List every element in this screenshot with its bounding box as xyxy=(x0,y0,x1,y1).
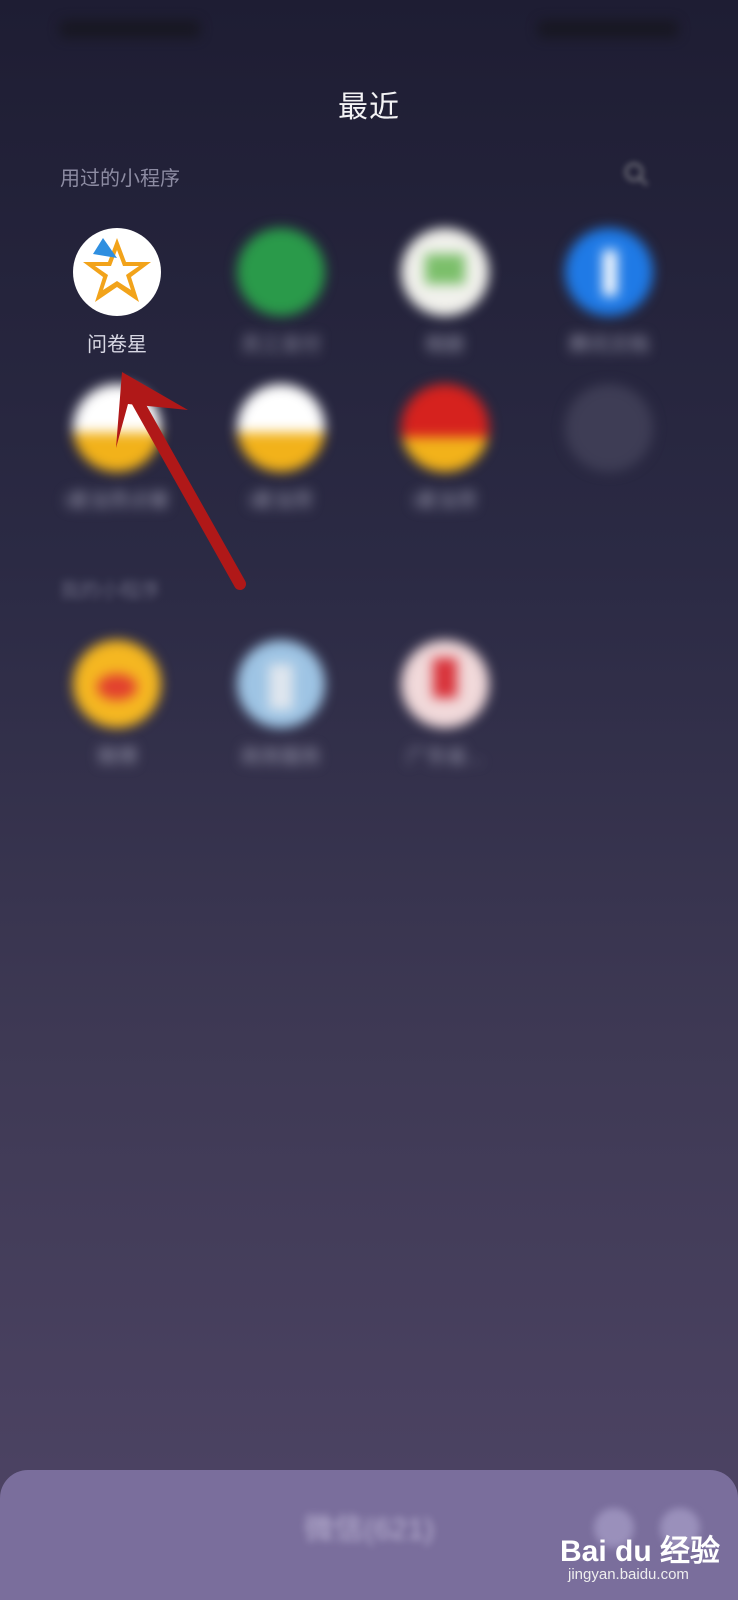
search-icon[interactable] xyxy=(622,160,664,192)
weibo-logo-icon xyxy=(73,640,161,728)
mcdonalds-logo-icon xyxy=(237,384,325,472)
page-title: 最近 xyxy=(338,91,400,124)
app-2[interactable]: 员工支付 xyxy=(196,228,366,357)
app-label: i麦当劳 xyxy=(248,490,314,512)
mcdonalds-red-logo-icon xyxy=(401,384,489,472)
app-4[interactable]: 腾讯文档 xyxy=(524,228,694,357)
baidu-watermark: Bai du 经验 jingyan.baidu.com xyxy=(560,1526,720,1586)
city-icon xyxy=(237,640,325,728)
watermark-brand: Bai du 经验 xyxy=(560,1535,721,1568)
app-label: 微博 xyxy=(97,746,137,768)
app-10[interactable]: 广东省... xyxy=(360,640,530,769)
more-icon xyxy=(565,384,653,472)
app-label: 问卷星 xyxy=(87,334,147,356)
more-apps[interactable] xyxy=(524,384,694,472)
section-label-recent: 用过的小程序 xyxy=(60,168,180,190)
app-5[interactable]: i麦当劳点餐 xyxy=(32,384,202,513)
status-bar xyxy=(0,0,738,60)
app-9[interactable]: 政务服务 xyxy=(196,640,366,769)
blue-arrow-icon xyxy=(565,228,653,316)
section-label-mine: 我的小程序 xyxy=(60,580,160,602)
app-label: 相册 xyxy=(425,334,465,356)
app-label: 政务服务 xyxy=(241,746,321,768)
star-logo-icon xyxy=(73,228,161,316)
red-emblem-icon xyxy=(401,640,489,728)
app-label: 广东省... xyxy=(406,746,484,768)
app-label: 员工支付 xyxy=(241,334,321,356)
app-3[interactable]: 相册 xyxy=(360,228,530,357)
app-7[interactable]: i麦当劳 xyxy=(360,384,530,513)
app-label: 腾讯文档 xyxy=(569,334,649,356)
app-label: i麦当劳 xyxy=(412,490,478,512)
mcdonalds-logo-icon xyxy=(73,384,161,472)
photo-book-icon xyxy=(401,228,489,316)
watermark-url: jingyan.baidu.com xyxy=(568,1566,689,1583)
green-leaf-icon xyxy=(237,228,325,316)
app-wenjuanxing[interactable]: 问卷星 xyxy=(32,228,202,357)
app-label: i麦当劳点餐 xyxy=(64,490,170,512)
app-6[interactable]: i麦当劳 xyxy=(196,384,366,513)
app-weibo[interactable]: 微博 xyxy=(32,640,202,769)
